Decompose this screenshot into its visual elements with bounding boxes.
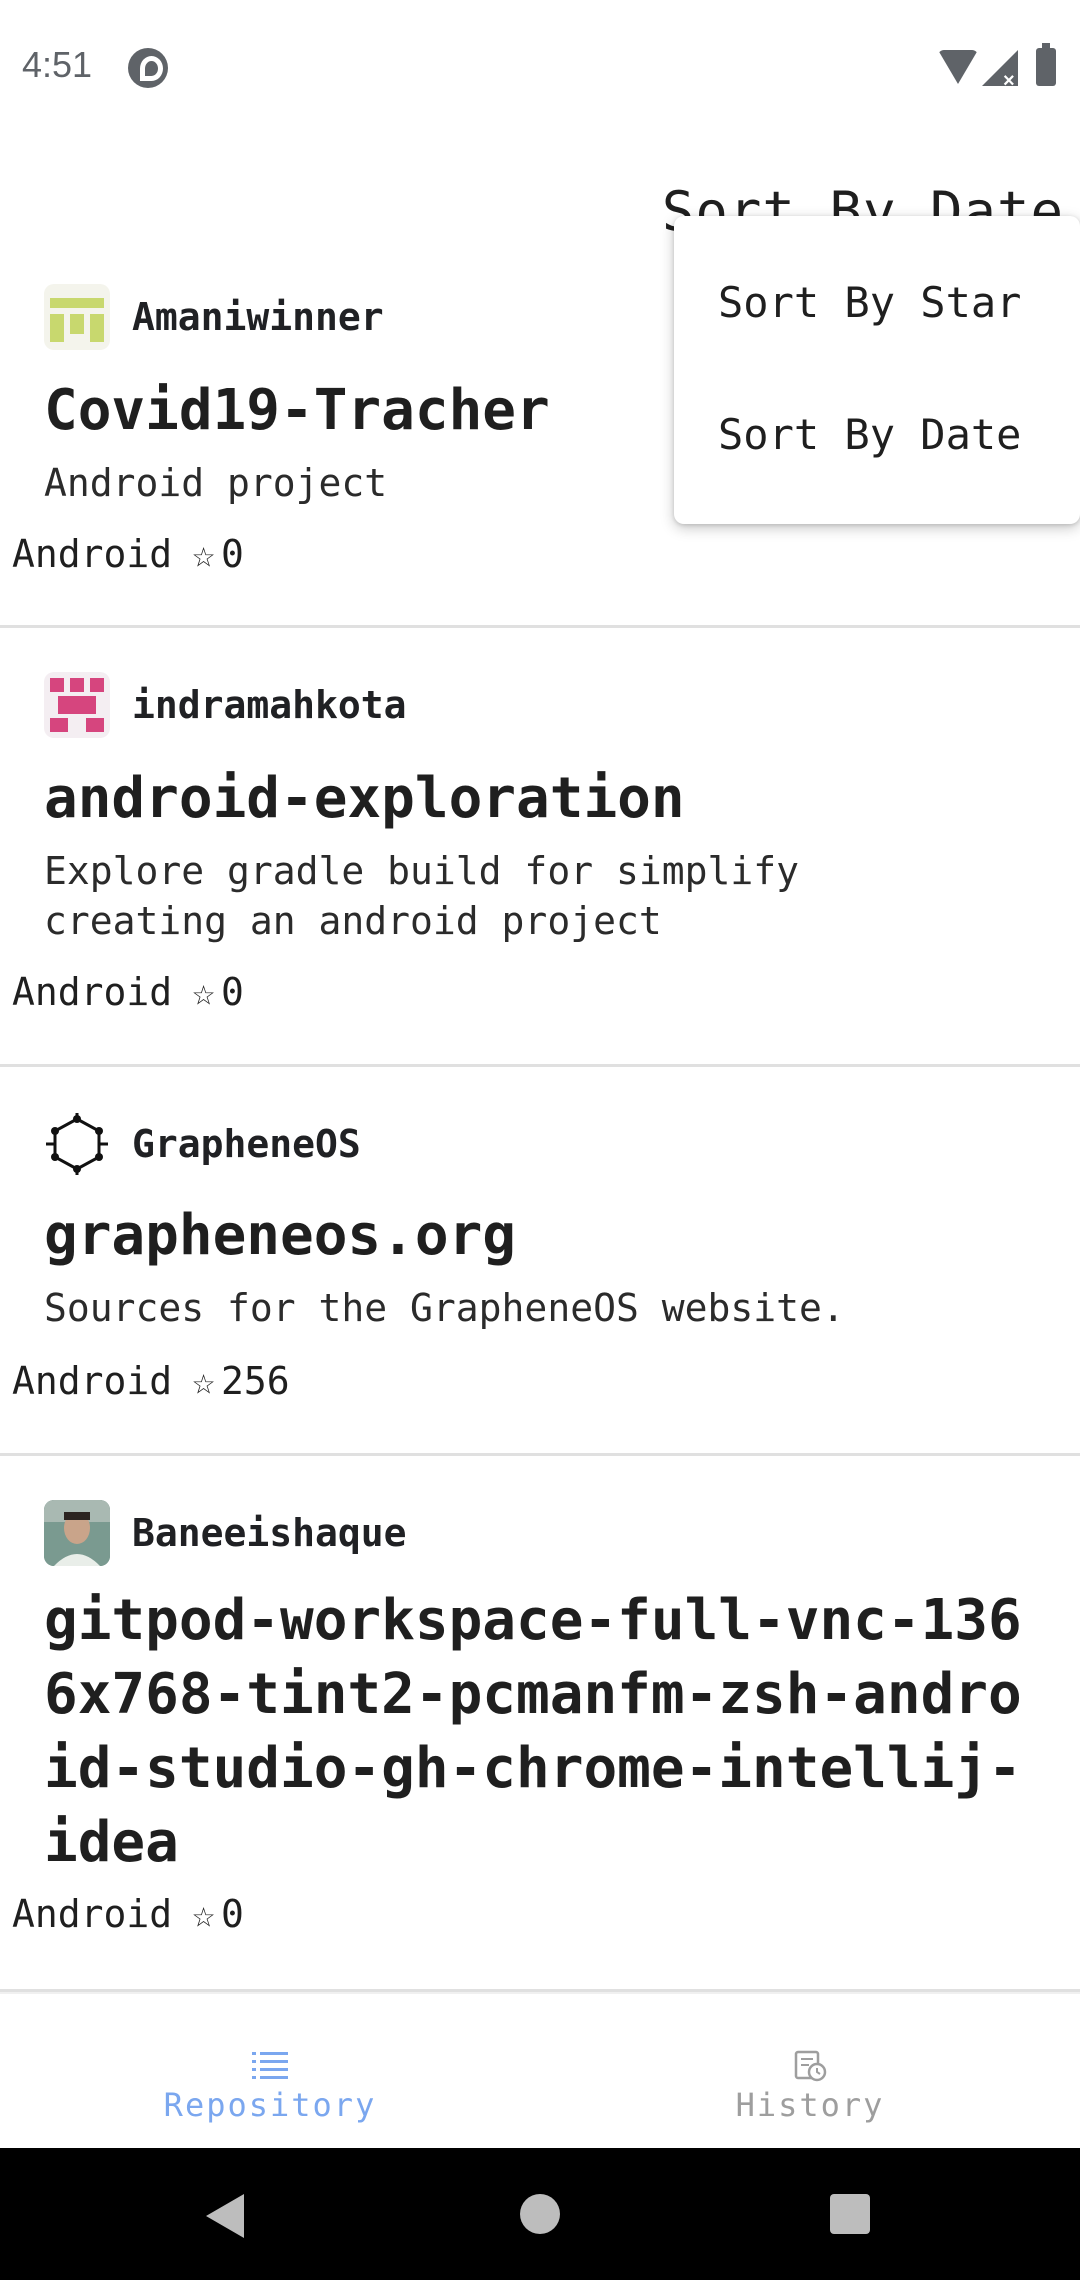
star-icon: ☆ — [192, 1892, 216, 1936]
menu-item-sort-by-star[interactable]: Sort By Star — [718, 278, 1021, 327]
repo-language: Android — [12, 1892, 173, 1936]
back-icon[interactable] — [206, 2194, 244, 2238]
repo-meta: Android ☆ 0 — [12, 1892, 244, 1936]
owner-name: Baneeishaque — [132, 1511, 407, 1555]
status-bar: 4:51 × — [0, 0, 1080, 132]
recents-icon[interactable] — [830, 2194, 870, 2234]
repo-meta: Android ☆ 0 — [12, 532, 244, 576]
list-icon — [252, 2052, 288, 2079]
status-time: 4:51 — [22, 44, 93, 85]
repo-language: Android — [12, 970, 173, 1014]
star-icon: ☆ — [192, 970, 216, 1014]
repo-meta: Android ☆ 256 — [12, 1359, 290, 1403]
owner-row: indramahkota — [44, 672, 407, 738]
owner-name: Amaniwinner — [132, 295, 384, 339]
notification-app-icon — [128, 48, 168, 88]
repo-card[interactable]: GrapheneOS grapheneos.org Sources for th… — [0, 1067, 1080, 1456]
star-count: 0 — [221, 532, 244, 576]
bottom-navigation: Repository History — [0, 1992, 1080, 2148]
star-count: 256 — [221, 1359, 290, 1403]
owner-avatar — [44, 1111, 110, 1177]
repo-name: gitpod-workspace-full-vnc-1366x768-tint2… — [44, 1588, 1022, 1875]
star-count: 0 — [221, 970, 244, 1014]
owner-row: GrapheneOS — [44, 1111, 361, 1177]
repo-description: Sources for the GrapheneOS website. — [44, 1286, 845, 1330]
menu-item-sort-by-date[interactable]: Sort By Date — [718, 410, 1021, 459]
owner-row: Baneeishaque — [44, 1500, 407, 1566]
nav-label-history: History — [735, 2086, 885, 2124]
star-count: 0 — [221, 1892, 244, 1936]
owner-name: indramahkota — [132, 683, 407, 727]
nav-item-history[interactable]: History — [540, 1994, 1080, 2150]
battery-icon — [1036, 43, 1056, 86]
repo-name: grapheneos.org — [44, 1203, 517, 1268]
owner-avatar — [44, 284, 110, 350]
nav-label-repository: Repository — [163, 2086, 377, 2124]
home-icon[interactable] — [520, 2194, 560, 2234]
owner-row: Amaniwinner — [44, 284, 384, 350]
no-signal-x-icon: × — [1003, 70, 1015, 92]
owner-name: GrapheneOS — [132, 1122, 361, 1166]
star-icon: ☆ — [192, 532, 216, 576]
repo-description: Explore gradle build for simplify creati… — [44, 849, 799, 943]
owner-avatar — [44, 1500, 110, 1566]
history-icon — [794, 2050, 827, 2082]
repo-name: android-exploration — [44, 766, 685, 831]
wifi-icon — [938, 50, 978, 84]
repo-card[interactable]: Baneeishaque gitpod-workspace-full-vnc-1… — [0, 1456, 1080, 1992]
nav-item-repository[interactable]: Repository — [0, 1994, 540, 2150]
repo-meta: Android ☆ 0 — [12, 970, 244, 1014]
repo-language: Android — [12, 1359, 173, 1403]
repo-card[interactable]: indramahkota android-exploration Explore… — [0, 628, 1080, 1067]
star-icon: ☆ — [192, 1359, 216, 1403]
repo-language: Android — [12, 532, 173, 576]
sort-popup-menu: Sort By Star Sort By Date — [674, 216, 1080, 524]
owner-avatar — [44, 672, 110, 738]
